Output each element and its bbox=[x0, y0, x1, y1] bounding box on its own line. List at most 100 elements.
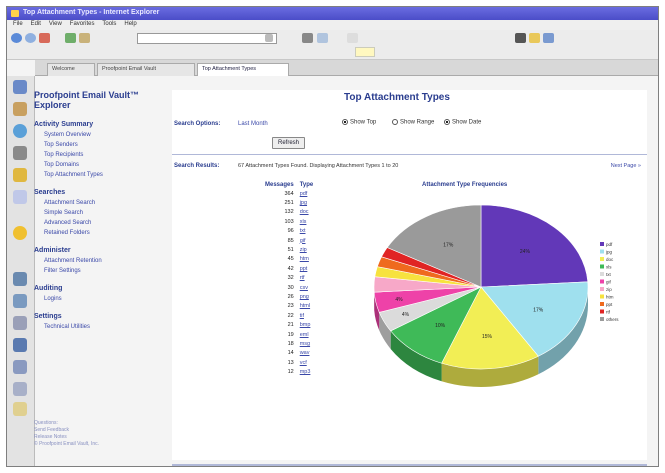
legend-label: ppt bbox=[606, 302, 613, 307]
tab-email-vault[interactable]: Proofpoint Email Vault bbox=[97, 63, 195, 76]
section-administer: Administer bbox=[34, 247, 71, 254]
section-searches: Searches bbox=[34, 189, 66, 196]
globe-icon[interactable] bbox=[13, 124, 27, 138]
sidebar-item-retained-folders[interactable]: Retained Folders bbox=[44, 230, 160, 236]
col-header-messages[interactable]: Messages bbox=[262, 180, 297, 189]
attachment-type-link[interactable]: jpg bbox=[297, 198, 317, 207]
scanner-icon[interactable] bbox=[13, 382, 27, 396]
attachment-type-link[interactable]: eml bbox=[297, 330, 317, 339]
edit-icon[interactable] bbox=[317, 33, 328, 43]
attachment-type-link[interactable]: vcf bbox=[297, 358, 317, 367]
sidebar-item-logins[interactable]: Logins bbox=[44, 296, 160, 302]
document-icon[interactable] bbox=[13, 190, 27, 204]
database-icon[interactable] bbox=[13, 338, 27, 352]
attachment-type-link[interactable]: msg bbox=[297, 339, 317, 348]
menu-help[interactable]: Help bbox=[124, 21, 136, 27]
network-icon[interactable] bbox=[13, 272, 27, 286]
sidebar-item-advanced-search[interactable]: Advanced Search bbox=[44, 220, 160, 226]
legend-label: others bbox=[606, 317, 619, 322]
radio-show-date[interactable]: Show Date bbox=[444, 119, 481, 126]
menu-edit[interactable]: Edit bbox=[31, 21, 41, 27]
section-settings: Settings bbox=[34, 313, 62, 320]
menu-file[interactable]: File bbox=[13, 21, 23, 27]
stop-icon[interactable] bbox=[39, 33, 50, 43]
sidebar-item-top-attachment-types[interactable]: Top Attachment Types bbox=[44, 172, 160, 178]
attachment-type-link[interactable]: bmp bbox=[297, 320, 317, 329]
attachment-type-link[interactable]: txt bbox=[297, 227, 317, 236]
message-count: 103 bbox=[284, 218, 294, 225]
attachment-type-link[interactable]: pdf bbox=[297, 189, 317, 198]
back-icon[interactable] bbox=[11, 33, 22, 43]
attachment-type-link[interactable]: rtf bbox=[297, 274, 317, 283]
footer-link-feedback[interactable]: Send Feedback bbox=[34, 427, 99, 434]
sun-icon[interactable] bbox=[13, 226, 27, 240]
mail-icon[interactable] bbox=[13, 102, 27, 116]
footer-line: Questions: bbox=[34, 420, 58, 426]
attachment-type-link[interactable]: wav bbox=[297, 349, 317, 358]
legend-swatch bbox=[600, 242, 604, 246]
attachment-type-link[interactable]: csv bbox=[297, 283, 317, 292]
legend-label: gif bbox=[606, 280, 612, 285]
sidebar-item-simple-search[interactable]: Simple Search bbox=[44, 210, 160, 216]
menu-favorites[interactable]: Favorites bbox=[70, 21, 95, 27]
attachment-type-link[interactable]: ppt bbox=[297, 264, 317, 273]
tab-welcome[interactable]: Welcome bbox=[47, 63, 95, 76]
attachment-type-link[interactable]: doc bbox=[297, 208, 317, 217]
radio-show-top[interactable]: Show Top bbox=[342, 119, 376, 126]
menu-tools[interactable]: Tools bbox=[102, 21, 116, 27]
favorites-icon[interactable] bbox=[529, 33, 540, 43]
pie-slice-pdf[interactable] bbox=[480, 204, 589, 288]
pie-percent-label: 4% bbox=[395, 297, 403, 303]
bottom-divider bbox=[172, 464, 647, 466]
sidebar-item-filter-settings[interactable]: Filter Settings bbox=[44, 268, 160, 274]
legend-label: jpg bbox=[605, 250, 613, 255]
forward-icon[interactable] bbox=[25, 33, 36, 43]
address-bar[interactable] bbox=[137, 33, 277, 44]
attachment-type-link[interactable]: gif bbox=[297, 236, 317, 245]
radio-dot-icon bbox=[342, 119, 348, 125]
refresh-button[interactable]: Refresh bbox=[272, 137, 306, 149]
col-header-type[interactable]: Type bbox=[297, 180, 317, 189]
home-icon[interactable] bbox=[79, 33, 90, 43]
users-icon[interactable] bbox=[13, 80, 27, 94]
pie-percent-label: 17% bbox=[533, 307, 544, 313]
attachment-type-link[interactable]: htm bbox=[297, 255, 317, 264]
sidebar-item-attachment-retention[interactable]: Attachment Retention bbox=[44, 258, 160, 264]
table-row: 51 zip bbox=[262, 245, 316, 254]
message-count: 85 bbox=[287, 237, 294, 244]
tab-top-attachment-types[interactable]: Top Attachment Types bbox=[197, 63, 289, 76]
attachment-type-link[interactable]: tif bbox=[297, 311, 317, 320]
attachment-type-link[interactable]: mp3 bbox=[297, 367, 317, 376]
dropdown-icon[interactable] bbox=[265, 34, 273, 42]
table-row: 364 pdf bbox=[262, 189, 316, 198]
sidebar-item-system-overview[interactable]: System Overview bbox=[44, 132, 160, 138]
attachment-type-link[interactable]: html bbox=[297, 302, 317, 311]
radio-show-range[interactable]: Show Range bbox=[392, 119, 434, 126]
sidebar-item-top-senders[interactable]: Top Senders bbox=[44, 142, 160, 148]
sidebar-item-attachment-search[interactable]: Attachment Search bbox=[44, 200, 160, 206]
refresh-icon[interactable] bbox=[65, 33, 76, 43]
next-page-link[interactable]: Next Page » bbox=[611, 163, 641, 169]
search-icon[interactable] bbox=[515, 33, 526, 43]
attachment-type-link[interactable]: xls bbox=[297, 217, 317, 226]
legend-swatch bbox=[600, 309, 604, 314]
history-icon[interactable] bbox=[543, 33, 554, 43]
printer-icon[interactable] bbox=[13, 360, 27, 374]
notes-icon[interactable] bbox=[13, 402, 27, 416]
search-options-link[interactable]: Last Month bbox=[238, 121, 268, 127]
group-icon[interactable] bbox=[13, 316, 27, 330]
sidebar-item-top-domains[interactable]: Top Domains bbox=[44, 162, 160, 168]
mail-icon[interactable] bbox=[347, 33, 358, 43]
folder-icon[interactable] bbox=[13, 168, 27, 182]
computer-icon[interactable] bbox=[13, 294, 27, 308]
settings-icon[interactable] bbox=[13, 146, 27, 160]
sidebar-item-top-recipients[interactable]: Top Recipients bbox=[44, 152, 160, 158]
attachment-type-link[interactable]: png bbox=[297, 292, 317, 301]
menu-view[interactable]: View bbox=[49, 21, 62, 27]
links-box[interactable] bbox=[355, 47, 375, 57]
footer-link-release-notes[interactable]: Release Notes bbox=[34, 434, 99, 441]
print-icon[interactable] bbox=[302, 33, 313, 43]
sidebar-item-technical-utilities[interactable]: Technical Utilities bbox=[44, 324, 160, 330]
pie-chart: 24% 17% 15% 10% 4% 4% 17% pdf jpg doc xls txt gif zip… bbox=[373, 204, 619, 387]
attachment-type-link[interactable]: zip bbox=[297, 245, 317, 254]
